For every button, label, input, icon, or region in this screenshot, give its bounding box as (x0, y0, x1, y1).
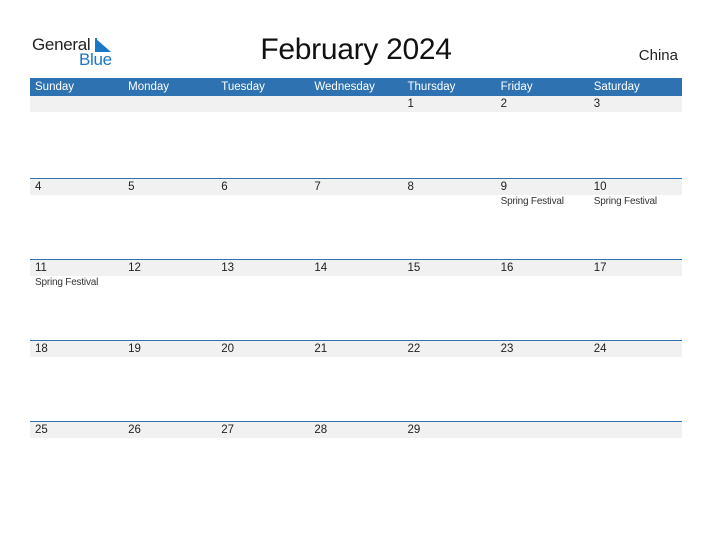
calendar-title: February 2024 (260, 33, 452, 66)
day-cell: 24 (589, 341, 682, 357)
day-number: 11 (35, 262, 47, 274)
day-number: 6 (221, 181, 228, 193)
day-number: 15 (407, 262, 421, 274)
day-cell (30, 96, 123, 112)
day-number: 3 (593, 98, 601, 110)
day-number: 21 (314, 343, 328, 355)
day-cell: 5 (123, 179, 216, 209)
day-number: 7 (314, 181, 321, 193)
day-number: 28 (314, 424, 328, 436)
day-cell (309, 96, 402, 112)
day-number (35, 96, 123, 112)
day-number: 9 (500, 181, 508, 193)
day-cell: 7 (309, 179, 402, 209)
day-number (594, 422, 682, 438)
day-cell (123, 96, 216, 112)
day-cell: 13 (216, 260, 309, 290)
weekday-sunday: Sunday (35, 81, 75, 93)
day-cell: 15 (403, 260, 496, 290)
week-row: 11 Spring Festival 12 13 14 15 16 17 (30, 259, 682, 341)
weekday-monday: Monday (128, 81, 170, 93)
day-number: 16 (500, 262, 514, 274)
day-cell: 25 (30, 422, 123, 438)
day-cell: 11 Spring Festival (30, 260, 123, 290)
day-number: 1 (407, 98, 414, 110)
day-number (501, 422, 589, 438)
day-cell: 17 (589, 260, 682, 290)
day-cell: 9 Spring Festival (496, 179, 589, 209)
day-number: 24 (593, 343, 607, 355)
day-cell: 2 (496, 96, 589, 112)
day-number: 18 (35, 343, 48, 355)
day-number: 10 (593, 181, 607, 193)
day-cell: 12 (123, 260, 216, 290)
day-cell: 28 (309, 422, 402, 438)
day-number: 5 (128, 181, 135, 193)
day-cell: 1 (403, 96, 496, 112)
day-cell: 10 Spring Festival (589, 179, 682, 209)
day-number: 19 (128, 343, 141, 355)
weekday-tuesday: Tuesday (221, 81, 265, 93)
day-number: 8 (407, 181, 414, 193)
day-cell: 21 (309, 341, 402, 357)
day-number: 29 (407, 424, 421, 436)
day-number: 25 (35, 424, 48, 436)
weekday-header: Sunday Monday Tuesday Wednesday Thursday… (30, 78, 682, 96)
day-number (128, 96, 216, 112)
day-cell: 23 (496, 341, 589, 357)
week-row: 1 2 3 (30, 96, 682, 177)
day-cell: 26 (123, 422, 216, 438)
day-number: 17 (593, 262, 607, 274)
day-number: 2 (500, 98, 508, 110)
day-number: 4 (35, 181, 42, 193)
day-cell: 27 (216, 422, 309, 438)
day-cell: 29 (403, 422, 496, 438)
day-cell: 3 (589, 96, 682, 112)
day-cell: 6 (216, 179, 309, 209)
day-cell (496, 422, 589, 438)
day-number: 14 (314, 262, 328, 274)
holiday-label: Spring Festival (500, 196, 564, 207)
day-cell: 18 (30, 341, 123, 357)
weekday-saturday: Saturday (593, 81, 640, 93)
day-number: 13 (221, 262, 235, 274)
week-row: 18 19 20 21 22 23 24 (30, 340, 682, 422)
day-number (221, 96, 309, 112)
day-number: 26 (128, 424, 141, 436)
day-number: 22 (407, 343, 421, 355)
day-cell: 22 (403, 341, 496, 357)
day-cell: 16 (496, 260, 589, 290)
holiday-label: Spring Festival (593, 196, 657, 207)
holiday-label: Spring Festival (35, 277, 99, 288)
country-label: China (638, 47, 678, 64)
day-cell (216, 96, 309, 112)
weekday-thursday: Thursday (407, 81, 456, 93)
day-cell: 19 (123, 341, 216, 357)
weekday-wednesday: Wednesday (314, 81, 375, 93)
weekday-friday: Friday (500, 81, 533, 93)
week-row: 25 26 27 28 29 (30, 421, 682, 503)
day-cell: 8 (403, 179, 496, 209)
day-number: 23 (500, 343, 514, 355)
day-cell: 20 (216, 341, 309, 357)
week-row: 4 5 6 7 8 9 Spring Festival 10 Spring Festival (30, 178, 682, 260)
day-cell: 14 (309, 260, 402, 290)
day-number: 12 (128, 262, 141, 274)
day-cell: 4 (30, 179, 123, 209)
day-number: 27 (221, 424, 235, 436)
day-number (314, 96, 402, 112)
day-number: 20 (221, 343, 235, 355)
day-cell (589, 422, 682, 438)
